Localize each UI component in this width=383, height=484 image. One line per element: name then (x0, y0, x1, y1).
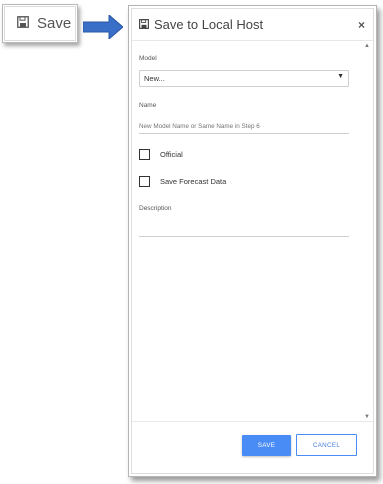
dialog-title: Save to Local Host (154, 17, 264, 32)
floppy-disk-icon (139, 16, 149, 34)
save-forecast-data-checkbox-row[interactable]: Save Forecast Data (139, 176, 226, 187)
save-toolbar-button[interactable]: Save (2, 4, 78, 43)
save-toolbar-button-body[interactable]: Save (4, 6, 76, 41)
pointer-arrow-icon (83, 15, 123, 39)
dialog-footer: SAVE CANCEL (132, 421, 373, 473)
dialog-header: Save to Local Host × (132, 9, 373, 41)
official-checkbox[interactable] (139, 149, 150, 160)
name-label: Name (139, 102, 157, 109)
model-label: Model (139, 55, 157, 62)
official-checkbox-label: Official (160, 150, 183, 159)
save-dialog-body: Save to Local Host × Model New... ▼ Name… (131, 8, 374, 474)
save-dialog: Save to Local Host × Model New... ▼ Name… (128, 5, 377, 477)
scroll-up-icon[interactable]: ▲ (364, 43, 370, 49)
scroll-down-icon[interactable]: ▼ (364, 414, 370, 420)
dialog-content[interactable]: Model New... ▼ Name Official Save Foreca… (132, 42, 373, 421)
official-checkbox-row[interactable]: Official (139, 149, 183, 160)
save-button[interactable]: SAVE (242, 435, 291, 456)
save-forecast-data-checkbox-label: Save Forecast Data (160, 177, 227, 186)
dropdown-arrow-icon: ▼ (337, 73, 344, 80)
save-forecast-data-checkbox[interactable] (139, 176, 150, 187)
model-select-value: New... (144, 74, 165, 83)
name-input[interactable] (139, 120, 349, 134)
cancel-button[interactable]: CANCEL (296, 434, 357, 456)
description-input[interactable] (139, 223, 349, 237)
save-toolbar-button-label: Save (37, 15, 72, 32)
vertical-scrollbar[interactable]: ▲ ▼ (363, 42, 372, 421)
description-label: Description (139, 205, 172, 212)
model-select[interactable]: New... ▼ (139, 70, 349, 87)
floppy-disk-icon (17, 15, 29, 33)
close-icon[interactable]: × (358, 18, 365, 32)
